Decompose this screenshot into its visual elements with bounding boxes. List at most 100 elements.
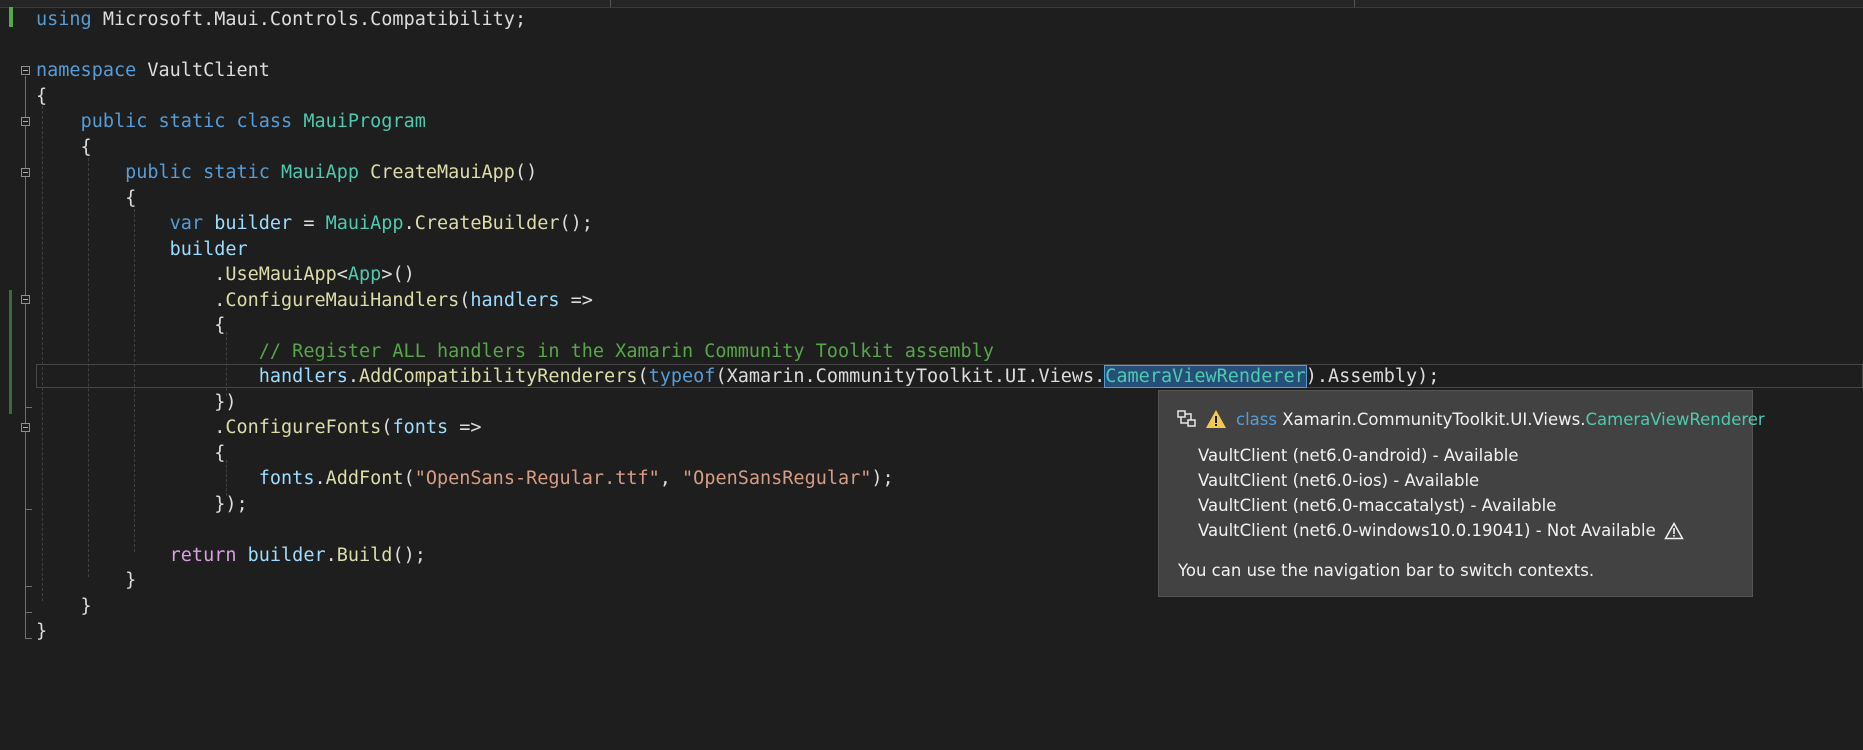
code-line-text: handlers.AddCompatibilityRenderers(typeo…: [36, 364, 1439, 390]
code-token: fonts: [258, 468, 315, 489]
code-token: CreateMauiApp: [370, 162, 515, 183]
code-token: (: [381, 417, 393, 438]
code-token: // Register ALL handlers in the Xamarin …: [258, 341, 994, 362]
code-token: AddFont: [325, 468, 404, 489]
code-line[interactable]: [0, 33, 1863, 59]
code-line[interactable]: // Register ALL handlers in the Xamarin …: [0, 339, 1863, 365]
quick-info-keyword: class: [1236, 409, 1277, 429]
code-token: MauiApp: [325, 213, 404, 234]
code-token: using: [36, 9, 92, 30]
code-token: (): [514, 162, 538, 183]
code-token: {: [36, 86, 48, 107]
code-token: VaultClient: [136, 60, 270, 81]
code-line[interactable]: var builder = MauiApp.CreateBuilder();: [0, 211, 1863, 237]
code-line-text: using Microsoft.Maui.Controls.Compatibil…: [36, 7, 526, 33]
code-line[interactable]: }: [0, 594, 1863, 620]
context-android: VaultClient (net6.0-android) - Available: [1198, 446, 1519, 465]
code-token: static: [203, 162, 270, 183]
code-token: builder: [169, 239, 248, 260]
code-line-text: return builder.Build();: [36, 543, 426, 569]
code-token: return: [169, 545, 237, 566]
code-token: {: [36, 188, 137, 209]
code-line-text: public static MauiApp CreateMauiApp(): [36, 160, 537, 186]
code-line-text: }: [36, 568, 136, 594]
code-line[interactable]: {: [0, 313, 1863, 339]
code-line-text: .ConfigureMauiHandlers(handlers =>: [36, 288, 593, 314]
code-token: builder: [247, 545, 326, 566]
code-token: }): [36, 392, 237, 413]
code-token: (: [459, 290, 471, 311]
code-line-text: .UseMauiApp<App>(): [36, 262, 415, 288]
quick-info-footer: You can use the navigation bar to switch…: [1178, 561, 1595, 580]
code-token: handlers: [470, 290, 560, 311]
code-line[interactable]: {: [0, 84, 1863, 110]
code-token: namespace: [36, 60, 137, 81]
nav-divider: [1354, 0, 1355, 7]
code-line[interactable]: .ConfigureMauiHandlers(handlers =>: [0, 288, 1863, 314]
code-token: =>: [559, 290, 593, 311]
code-line-text: builder: [36, 237, 248, 263]
code-token: handlers: [258, 366, 348, 387]
code-token: public: [125, 162, 192, 183]
code-line[interactable]: .UseMauiApp<App>(): [0, 262, 1863, 288]
code-line[interactable]: public static class MauiProgram: [0, 109, 1863, 135]
code-line[interactable]: builder: [0, 237, 1863, 263]
code-token: {: [36, 137, 92, 158]
code-line[interactable]: public static MauiApp CreateMauiApp(): [0, 160, 1863, 186]
code-token: UseMauiApp: [225, 264, 337, 285]
code-editor[interactable]: using Microsoft.Maui.Controls.Compatibil…: [0, 7, 1863, 750]
code-line[interactable]: namespace VaultClient: [0, 58, 1863, 84]
code-token: typeof: [648, 366, 716, 387]
code-token: "OpenSans-Regular.ttf": [414, 468, 660, 489]
code-token: .: [36, 417, 226, 438]
code-line[interactable]: {: [0, 135, 1863, 161]
code-token: }: [36, 570, 137, 591]
selected-identifier: CameraViewRenderer: [1104, 365, 1307, 388]
context-ios: VaultClient (net6.0-ios) - Available: [1198, 471, 1480, 490]
context-maccatalyst: VaultClient (net6.0-maccatalyst) - Avail…: [1198, 496, 1557, 515]
code-token: .: [347, 366, 360, 387]
warning-outline-icon: [1663, 521, 1684, 540]
code-token: (: [403, 468, 415, 489]
code-token: );: [871, 468, 894, 489]
code-token: Microsoft.Maui.Controls.Compatibility;: [91, 9, 527, 30]
code-line-text: // Register ALL handlers in the Xamarin …: [36, 339, 994, 365]
code-line[interactable]: handlers.AddCompatibilityRenderers(typeo…: [0, 364, 1863, 390]
code-token: ConfigureMauiHandlers: [225, 290, 460, 311]
code-line-text: {: [36, 84, 47, 110]
code-token: CreateBuilder: [414, 213, 560, 234]
quick-info-header: class Xamarin.CommunityToolkit.UI.Views.…: [1176, 407, 1765, 431]
nav-divider: [610, 0, 611, 7]
code-token: }: [36, 621, 48, 642]
code-token: (Xamarin.CommunityToolkit.UI.Views.: [715, 366, 1106, 387]
code-token: ();: [392, 545, 426, 566]
context-windows: VaultClient (net6.0-windows10.0.19041) -…: [1198, 521, 1684, 540]
code-line[interactable]: using Microsoft.Maui.Controls.Compatibil…: [0, 7, 1863, 33]
code-line[interactable]: }: [0, 619, 1863, 645]
code-token: =: [292, 213, 326, 234]
code-line[interactable]: {: [0, 186, 1863, 212]
code-token: ,: [659, 468, 683, 489]
code-token: public: [80, 111, 148, 132]
code-line-text: });: [36, 492, 247, 518]
code-token: {: [36, 443, 226, 464]
code-line-text: public static class MauiProgram: [36, 109, 426, 135]
code-token: (: [637, 366, 649, 387]
project-context-icon: [1176, 408, 1200, 430]
code-line-text: .ConfigureFonts(fonts =>: [36, 415, 482, 441]
code-token: ();: [559, 213, 593, 234]
code-token: .: [325, 545, 337, 566]
code-token: App: [347, 264, 382, 285]
code-token: MauiApp: [281, 162, 360, 183]
code-token: =>: [448, 417, 482, 438]
code-token: static: [158, 111, 226, 132]
